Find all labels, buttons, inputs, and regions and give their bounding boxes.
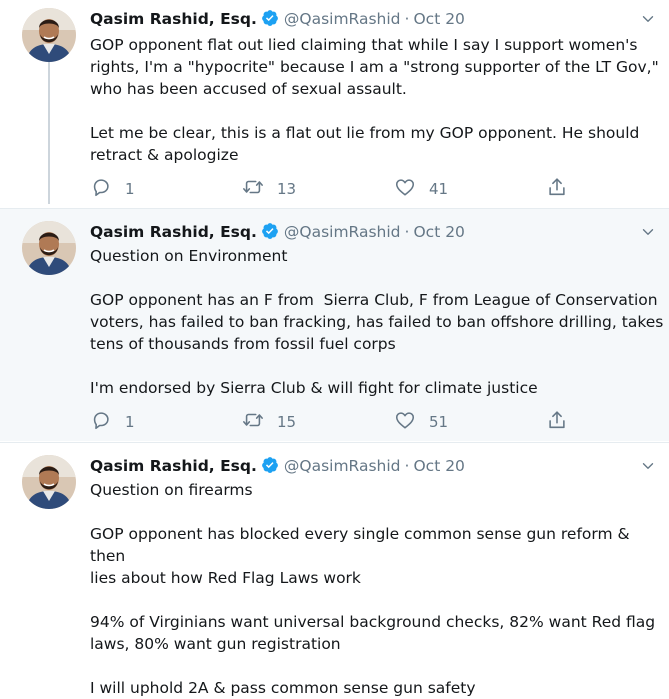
reply-button[interactable]: 1 xyxy=(90,176,135,202)
chevron-down-icon[interactable] xyxy=(639,457,657,479)
tweet-date[interactable]: Oct 20 xyxy=(413,10,464,28)
heart-icon xyxy=(394,176,416,202)
author-name[interactable]: Qasim Rashid, Esq. xyxy=(90,10,257,28)
share-button[interactable] xyxy=(546,176,568,202)
retweet-count: 13 xyxy=(277,180,297,198)
tweet-actions: 1 15 51 xyxy=(90,409,580,431)
verified-badge-icon xyxy=(261,222,279,245)
reply-count: 1 xyxy=(125,180,135,198)
verified-badge-icon xyxy=(261,9,279,32)
tweet-header: Qasim Rashid, Esq. @QasimRashid · Oct 20 xyxy=(90,9,465,32)
heart-icon xyxy=(394,409,416,435)
retweet-count: 15 xyxy=(277,413,297,431)
chevron-down-icon[interactable] xyxy=(639,10,657,32)
author-handle[interactable]: @QasimRashid xyxy=(284,457,401,475)
separator-dot: · xyxy=(404,10,410,28)
share-button[interactable] xyxy=(546,409,568,435)
separator-dot: · xyxy=(404,457,410,475)
chevron-down-icon[interactable] xyxy=(639,223,657,245)
avatar[interactable] xyxy=(22,8,76,62)
like-button[interactable]: 41 xyxy=(394,176,448,202)
verified-badge-icon xyxy=(261,456,279,479)
avatar[interactable] xyxy=(22,221,76,275)
tweet-date[interactable]: Oct 20 xyxy=(413,457,464,475)
share-icon xyxy=(546,409,568,435)
author-name[interactable]: Qasim Rashid, Esq. xyxy=(90,223,257,241)
tweet-date[interactable]: Oct 20 xyxy=(413,223,464,241)
tweet-header: Qasim Rashid, Esq. @QasimRashid · Oct 20 xyxy=(90,222,465,245)
reply-button[interactable]: 1 xyxy=(90,409,135,435)
tweet-header: Qasim Rashid, Esq. @QasimRashid · Oct 20 xyxy=(90,456,465,479)
tweet[interactable]: Qasim Rashid, Esq. @QasimRashid · Oct 20 GO… xyxy=(0,0,669,206)
tweet-text: Question on Environment GOP opponent has… xyxy=(90,247,664,397)
author-name[interactable]: Qasim Rashid, Esq. xyxy=(90,457,257,475)
author-handle[interactable]: @QasimRashid xyxy=(284,223,401,241)
share-icon xyxy=(546,176,568,202)
reply-icon xyxy=(90,176,112,202)
author-handle[interactable]: @QasimRashid xyxy=(284,10,401,28)
like-button[interactable]: 51 xyxy=(394,409,448,435)
tweet[interactable]: Qasim Rashid, Esq. @QasimRashid · Oct 20 Qu… xyxy=(0,208,669,441)
reply-icon xyxy=(90,409,112,435)
avatar[interactable] xyxy=(22,455,76,509)
retweet-button[interactable]: 13 xyxy=(242,176,296,202)
tweet-actions: 1 13 41 xyxy=(90,176,580,198)
tweet-text: GOP opponent flat out lied claiming that… xyxy=(90,36,659,164)
reply-count: 1 xyxy=(125,413,135,431)
separator-dot: · xyxy=(404,223,410,241)
tweet-text: Question on firearms GOP opponent has bl… xyxy=(90,481,656,697)
retweet-button[interactable]: 15 xyxy=(242,409,296,435)
retweet-icon xyxy=(242,409,264,435)
tweet[interactable]: Qasim Rashid, Esq. @QasimRashid · Oct 20 Qu… xyxy=(0,442,669,697)
tweet-thread: Qasim Rashid, Esq. @QasimRashid · Oct 20 GO… xyxy=(0,0,669,697)
like-count: 51 xyxy=(429,413,449,431)
retweet-icon xyxy=(242,176,264,202)
like-count: 41 xyxy=(429,180,449,198)
